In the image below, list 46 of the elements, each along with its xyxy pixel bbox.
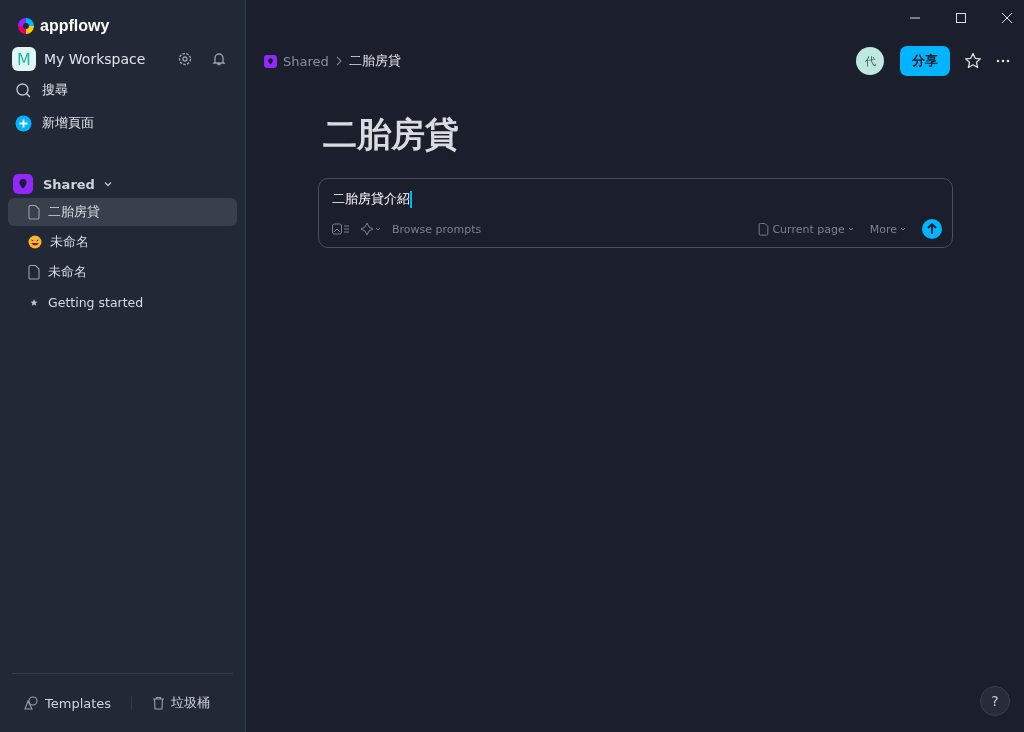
document-icon <box>28 264 40 280</box>
star-icon[interactable] <box>964 52 982 70</box>
current-page-dropdown[interactable]: Current page <box>758 222 854 236</box>
share-button[interactable]: 分享 <box>900 46 950 76</box>
prompt-text[interactable]: 二胎房貸介紹 <box>332 190 410 208</box>
maximize-icon[interactable] <box>956 13 966 23</box>
caret-icon <box>900 226 906 232</box>
space-icon <box>13 174 33 194</box>
plus-circle-icon <box>15 114 32 132</box>
workspace-name[interactable]: My Workspace <box>44 51 169 67</box>
search-icon <box>15 81 32 99</box>
document-icon <box>758 222 770 236</box>
send-button[interactable] <box>922 219 942 239</box>
sidebar-action[interactable]: 搜尋 <box>8 75 237 105</box>
trash-button[interactable]: 垃圾桶 <box>140 694 223 712</box>
browse-prompts-link[interactable]: Browse prompts <box>392 222 482 236</box>
page-item[interactable]: 未命名 <box>8 258 237 286</box>
sparkle-icon[interactable] <box>360 222 382 236</box>
chevron-right-icon <box>334 56 343 66</box>
text-cursor <box>410 190 412 208</box>
ai-prompt-box[interactable]: 二胎房貸介紹 Browse prompts Current page More <box>318 178 953 248</box>
breadcrumb-item[interactable]: Shared <box>283 53 329 69</box>
help-button[interactable]: ? <box>980 686 1010 716</box>
page-item[interactable]: 未命名 <box>8 228 237 256</box>
sidebar-action[interactable]: 新增頁面 <box>8 108 237 138</box>
image-text-icon[interactable] <box>332 223 350 235</box>
logo-text: appflowy <box>40 17 110 35</box>
trash-icon <box>152 696 166 710</box>
logo-icon <box>16 16 36 36</box>
settings-icon[interactable] <box>177 51 193 67</box>
more-icon[interactable] <box>996 59 1010 63</box>
shapes-icon <box>24 695 39 711</box>
page-item[interactable]: 二胎房貸 <box>8 198 237 226</box>
laughing-face-icon <box>28 235 42 249</box>
page-title[interactable]: 二胎房貸 <box>323 112 1024 156</box>
space-header[interactable]: Shared <box>8 172 237 196</box>
more-dropdown[interactable]: More <box>869 222 906 236</box>
page-item[interactable]: Getting started <box>8 288 237 316</box>
caret-icon <box>847 226 854 232</box>
space-icon <box>264 54 277 68</box>
user-avatar[interactable]: 代 <box>856 47 884 75</box>
close-icon[interactable] <box>1002 13 1012 23</box>
templates-button[interactable]: Templates <box>12 695 124 711</box>
notification-bell-icon[interactable] <box>211 51 227 67</box>
breadcrumb-item[interactable]: 二胎房貸 <box>348 52 401 70</box>
document-icon <box>28 204 40 220</box>
